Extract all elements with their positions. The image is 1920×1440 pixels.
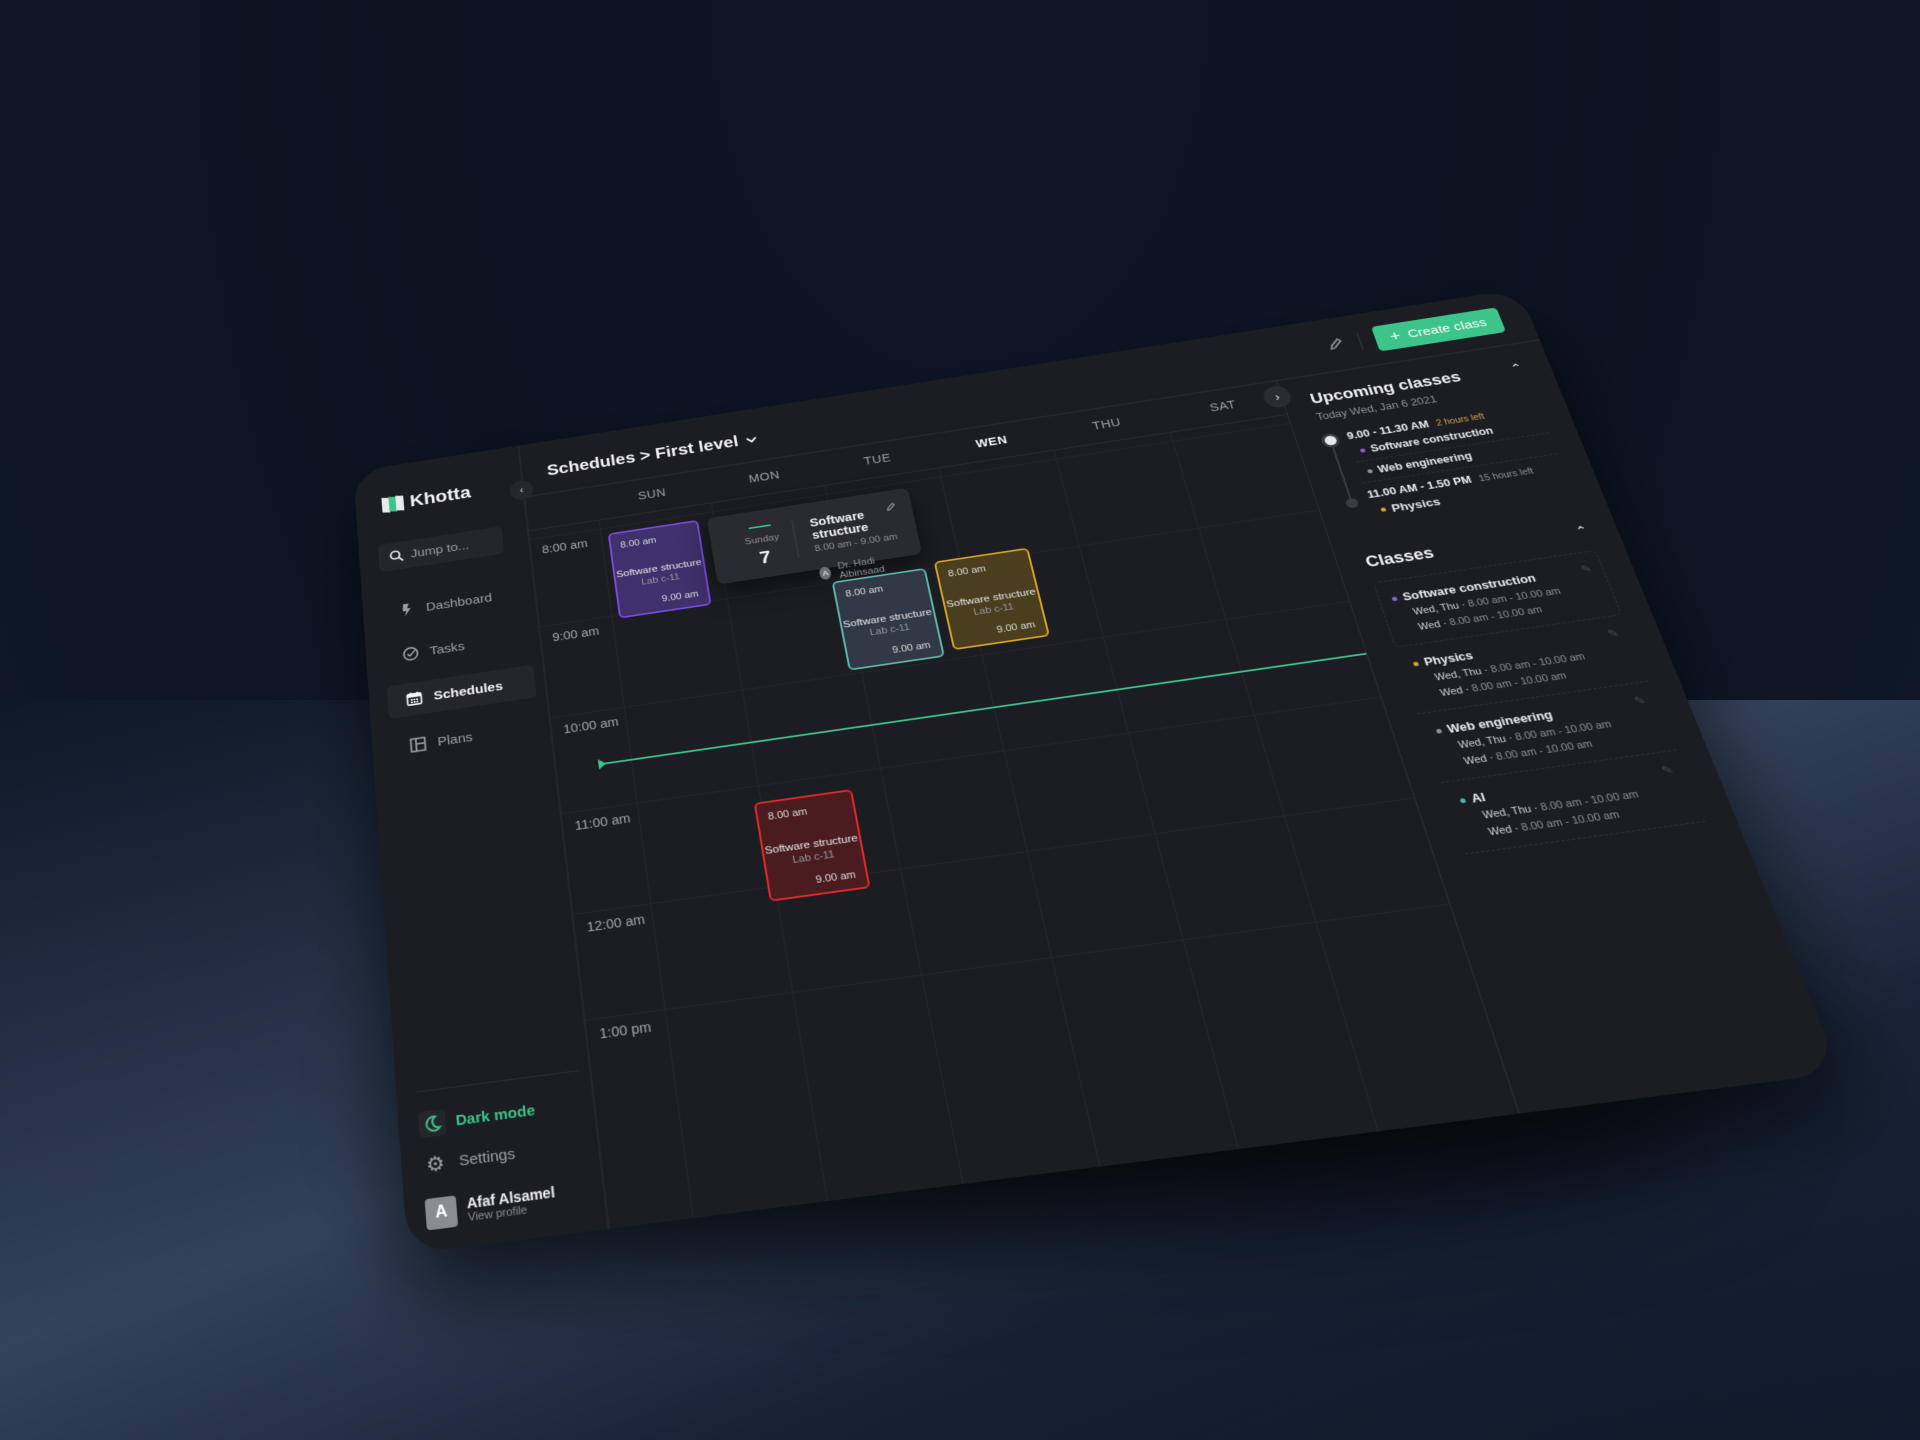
chevron-up-icon: ⌃ — [1508, 360, 1525, 375]
sidebar-item-label: Dashboard — [425, 590, 493, 614]
hour-label: 11:00 am — [574, 810, 632, 833]
class-days: Wed, Thu — [1481, 803, 1534, 822]
event-start: 8.00 am — [947, 563, 987, 580]
day-gridline — [1053, 449, 1239, 1150]
hour-label: 1:00 pm — [598, 1018, 652, 1042]
hour-gridline — [559, 696, 1381, 815]
divider — [748, 524, 771, 530]
class-color-dot — [1435, 728, 1443, 734]
class-days: Wed — [1438, 685, 1465, 699]
event-card[interactable]: 8.00 am Software structure Lab c-11 9.00… — [607, 519, 712, 619]
upcoming-class-name: Physics — [1389, 495, 1442, 515]
chevron-left-icon: ‹ — [519, 484, 524, 496]
calendar-icon — [406, 690, 424, 707]
layout-icon — [409, 736, 427, 753]
upcoming-timeline: 9.00 - 11.30 AM 2 hours left Software co… — [1323, 402, 1573, 525]
popover-body: Software structure 8.00 am - 9.00 am A D… — [792, 504, 900, 581]
class-color-dot — [1412, 661, 1420, 667]
hour-label: 12:00 am — [585, 911, 646, 935]
day-gridline — [598, 519, 694, 1219]
sidebar-item-plans[interactable]: Plans — [390, 710, 542, 765]
hour-gridline — [571, 797, 1415, 916]
stage: Khotta Jump to... Dashboard Tasks Schedu… — [0, 0, 1920, 1440]
event-card[interactable]: 8.00 am Software structure Lab c-11 9.00… — [831, 567, 945, 671]
class-days: Wed, Thu — [1433, 666, 1484, 684]
sidebar-item-dashboard[interactable]: Dashboard — [380, 577, 527, 630]
search-input[interactable]: Jump to... — [377, 526, 505, 573]
sidebar-item-tasks[interactable]: Tasks — [383, 620, 531, 673]
event-card[interactable]: 8.00 am Software structure Lab c-11 9.00… — [933, 547, 1051, 651]
class-color-dot — [1380, 507, 1387, 512]
event-end: 9.00 am — [995, 619, 1037, 636]
search-icon — [389, 549, 404, 563]
sidebar-item-label: Tasks — [429, 639, 466, 658]
class-color-dot — [1359, 447, 1366, 453]
hour-label: 9:00 am — [551, 624, 600, 644]
search-placeholder: Jump to... — [410, 538, 470, 561]
event-end: 9.00 am — [661, 589, 700, 605]
class-days: Wed — [1462, 753, 1489, 768]
create-class-label: Create class — [1405, 315, 1489, 341]
collapse-classes-button[interactable]: ⌃ — [1573, 523, 1590, 539]
classes-title: Classes — [1363, 544, 1437, 571]
class-color-dot — [1366, 468, 1373, 474]
sidebar-bottom: Dark mode ⚙ Settings A Afaf Alsamel View… — [416, 1070, 595, 1231]
popover-edit-button[interactable] — [884, 501, 898, 516]
event-start: 8.00 am — [619, 535, 658, 551]
sidebar-nav: Dashboard Tasks Schedules Plans — [380, 577, 544, 779]
event-card[interactable]: 8.00 am Software structure Lab c-11 9.00… — [753, 789, 871, 902]
class-days: Wed, Thu — [1411, 600, 1461, 618]
hour-label: 8:00 am — [541, 536, 589, 556]
hour-gridline — [583, 903, 1450, 1022]
sidebar-item-label: Plans — [436, 729, 474, 749]
chevron-right-icon: › — [1273, 390, 1282, 403]
plus-icon: + — [1387, 328, 1404, 345]
event-end: 9.00 am — [891, 640, 932, 656]
class-days: Wed — [1416, 619, 1443, 633]
logo[interactable]: Khotta — [381, 482, 472, 516]
sidebar-item-schedules[interactable]: Schedules — [386, 664, 537, 719]
event-start: 8.00 am — [767, 806, 809, 823]
sidebar-item-label: Schedules — [433, 678, 504, 703]
timeline-dot-current — [1323, 435, 1338, 446]
app-name: Khotta — [409, 482, 472, 511]
timeline-dot — [1344, 497, 1360, 509]
event-popover: Sunday 7 Software structure 8.00 am - 9.… — [706, 487, 923, 585]
chevron-down-icon — [745, 435, 759, 444]
check-circle-icon — [402, 645, 419, 662]
gear-icon: ⚙ — [425, 1151, 446, 1177]
collapse-upcoming-button[interactable]: ⌃ — [1509, 361, 1525, 375]
create-class-button[interactable]: + Create class — [1371, 307, 1507, 352]
class-color-dot — [1459, 797, 1467, 803]
moon-icon — [418, 1108, 447, 1139]
timeline-line — [1329, 439, 1352, 501]
class-name: Physics — [1422, 649, 1475, 669]
popover-date: Sunday 7 — [727, 519, 800, 568]
chevron-up-icon: ⌃ — [1573, 523, 1591, 538]
event-end: 9.00 am — [814, 869, 857, 886]
class-days: Wed — [1487, 823, 1514, 839]
dark-mode-label: Dark mode — [455, 1101, 536, 1129]
divider — [1356, 332, 1364, 351]
class-color-dot — [1391, 596, 1398, 601]
class-name: AI — [1469, 790, 1488, 806]
bolt-icon — [402, 603, 412, 617]
edit-button[interactable] — [1325, 336, 1348, 355]
pencil-icon — [1325, 336, 1346, 352]
logo-icon — [381, 495, 405, 513]
avatar: A — [424, 1195, 459, 1231]
teacher-avatar: A — [818, 566, 833, 581]
user-profile[interactable]: A Afaf Alsamel View profile — [424, 1178, 595, 1231]
settings-label: Settings — [458, 1144, 516, 1170]
class-days: Wed, Thu — [1456, 733, 1508, 752]
event-start: 8.00 am — [844, 584, 885, 600]
pencil-icon — [884, 501, 897, 512]
app-window: Khotta Jump to... Dashboard Tasks Schedu… — [353, 288, 1841, 1255]
hour-label: 10:00 am — [562, 714, 620, 736]
